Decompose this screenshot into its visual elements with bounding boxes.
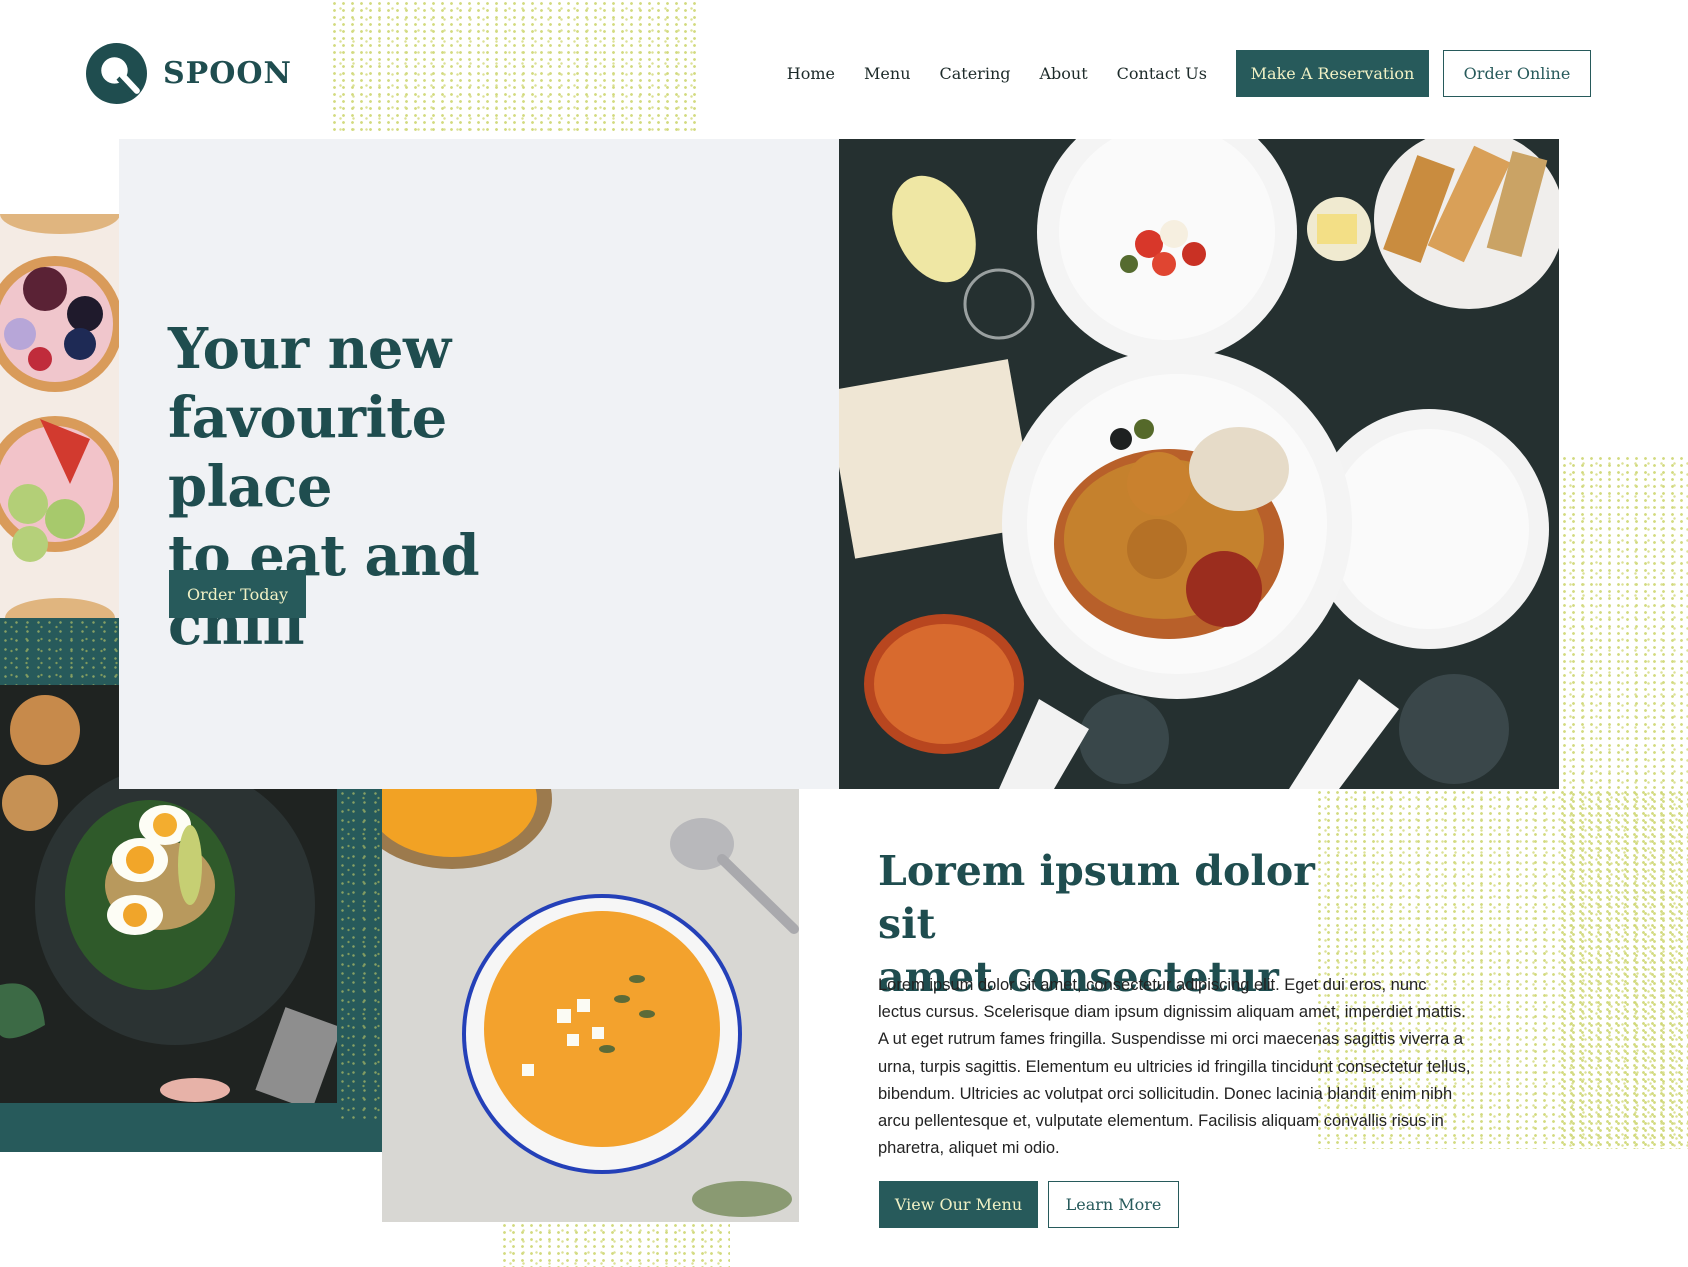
speckle-texture-top [330, 0, 700, 135]
learn-more-button[interactable]: Learn More [1048, 1181, 1179, 1228]
view-menu-button[interactable]: View Our Menu [879, 1181, 1038, 1228]
brand-name: SPOON [163, 56, 292, 91]
spoon-logo-icon [86, 43, 147, 104]
restaurant-table-image [839, 139, 1559, 789]
main-nav: Home Menu Catering About Contact Us Make… [787, 50, 1591, 97]
nav-about[interactable]: About [1040, 64, 1088, 83]
speckle-texture-bottom [500, 1222, 730, 1267]
nav-catering[interactable]: Catering [940, 64, 1011, 83]
nav-contact-us[interactable]: Contact Us [1117, 64, 1207, 83]
about-body: Lorem ipsum dolor sit amet, consectetur … [878, 976, 1471, 1158]
make-reservation-button[interactable]: Make A Reservation [1236, 50, 1429, 97]
nav-home[interactable]: Home [787, 64, 835, 83]
green-accent-block [0, 618, 119, 685]
fruit-tarts-image [0, 214, 119, 618]
nav-menu[interactable]: Menu [864, 64, 910, 83]
brand-logo[interactable]: SPOON [86, 43, 292, 104]
order-online-button[interactable]: Order Online [1443, 50, 1591, 97]
order-today-button[interactable]: Order Today [169, 570, 306, 618]
pumpkin-soup-image [382, 789, 799, 1222]
